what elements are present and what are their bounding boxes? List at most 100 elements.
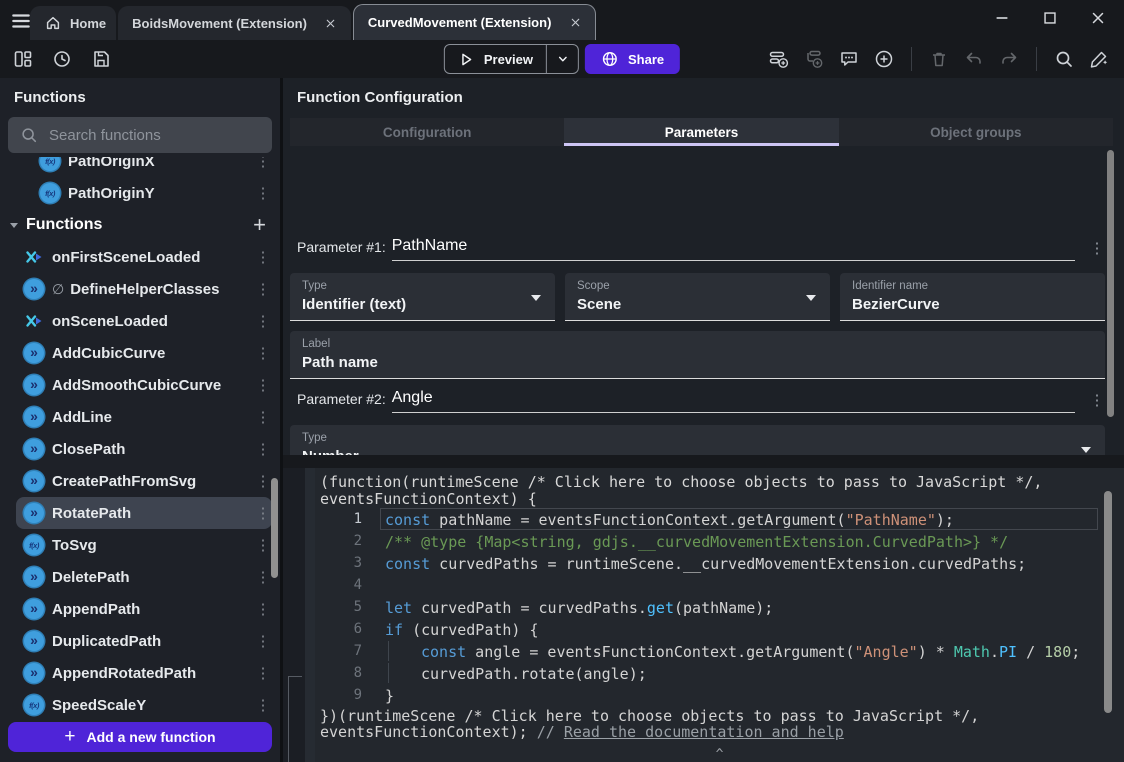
search-icon[interactable] [1053,48,1075,70]
sidebar-item-addcubiccurve[interactable]: »AddCubicCurve⋮ [0,337,280,369]
select-type[interactable]: TypeIdentifier (text) [290,273,555,321]
item-menu-icon[interactable]: ⋮ [254,184,272,202]
sidebar-item-addsmoothcubiccurve[interactable]: »AddSmoothCubicCurve⋮ [0,369,280,401]
code-line-9[interactable]: 9} [315,684,1124,706]
parameter-menu-icon[interactable]: ⋮ [1089,391,1105,413]
item-menu-icon[interactable]: ⋮ [254,664,272,682]
code-line-7[interactable]: 7const angle = eventsFunctionContext.get… [315,640,1124,662]
add-comment-icon[interactable] [838,48,860,70]
item-menu-icon[interactable]: ⋮ [254,472,272,490]
sidebar-item-appendrotatedpath[interactable]: »AppendRotatedPath⋮ [0,657,280,689]
wrapper-line: (function(runtimeScene /* Click here to … [320,474,1114,491]
search-functions-box[interactable] [8,117,272,153]
field-label[interactable]: LabelPath name [290,331,1105,379]
code-line-4[interactable]: 4 [315,574,1124,596]
play-icon [458,51,475,68]
code-line-2[interactable]: 2/** @type {Map<string, gdjs.__curvedMov… [315,530,1124,552]
field-identifier-name[interactable]: Identifier nameBezierCurve [840,273,1105,321]
item-menu-icon[interactable]: ⋮ [254,408,272,426]
tab-object-groups[interactable]: Object groups [839,118,1113,146]
item-menu-icon[interactable]: ⋮ [254,280,272,298]
toolbar-divider [1036,47,1037,71]
item-menu-icon[interactable]: ⋮ [254,600,272,618]
javascript-code-editor[interactable]: (function(runtimeScene /* Click here to … [315,468,1124,762]
lifecycle-icon [24,311,44,331]
window-tab-home[interactable]: Home [30,6,116,40]
sidebar-item-onfirstsceneloaded[interactable]: onFirstSceneLoaded⋮ [0,241,280,273]
code-line-6[interactable]: 6if (curvedPath) { [315,618,1124,640]
share-button[interactable]: Share [585,44,680,74]
collapse-triangle-icon[interactable] [10,223,18,228]
wrapper-line: })(runtimeScene /* Click here to choose … [320,708,1114,724]
item-menu-icon[interactable]: ⋮ [254,696,272,714]
add-circle-icon[interactable] [873,48,895,70]
minimize-icon[interactable] [992,8,1012,28]
editor-scrollbar[interactable] [1104,491,1112,713]
save-icon[interactable] [90,48,112,70]
sidebar-item-definehelperclasses[interactable]: »∅DefineHelperClasses⋮ [0,273,280,305]
sidebar-scrollbar[interactable] [271,478,278,578]
parameters-scrollbar[interactable] [1107,150,1114,417]
history-icon[interactable] [51,48,73,70]
sidebar-item-createpathfromsvg[interactable]: »CreatePathFromSvg⋮ [0,465,280,497]
select-scope[interactable]: ScopeScene [565,273,830,321]
sidebar-item-tosvg[interactable]: f(x)ToSvg⋮ [0,529,280,561]
window-tab-boidsmovement-extension[interactable]: BoidsMovement (Extension) [118,6,351,40]
preview-button[interactable]: Preview [444,44,579,74]
close-icon[interactable] [1088,8,1108,28]
code-wrapper-header[interactable]: (function(runtimeScene /* Click here to … [315,468,1124,507]
close-tab-icon[interactable] [565,13,585,33]
item-menu-icon[interactable]: ⋮ [254,157,272,170]
item-menu-icon[interactable]: ⋮ [254,248,272,266]
sidebar-item-closepath[interactable]: »ClosePath⋮ [0,433,280,465]
sidebar-item-deletepath[interactable]: »DeletePath⋮ [0,561,280,593]
window-controls [992,8,1108,28]
add-event-icon[interactable] [768,48,790,70]
close-tab-icon[interactable] [321,13,341,33]
parameter-menu-icon[interactable]: ⋮ [1089,239,1105,261]
item-menu-icon[interactable]: ⋮ [254,536,272,554]
sidebar-item-appendpath[interactable]: »AppendPath⋮ [0,593,280,625]
sidebar-item-rotatepath[interactable]: »RotatePath⋮ [16,497,272,529]
panels-icon[interactable] [12,48,34,70]
collapse-caret-icon[interactable]: ^ [716,747,724,762]
item-menu-icon[interactable]: ⋮ [254,632,272,650]
sidebar-item-addline[interactable]: »AddLine⋮ [0,401,280,433]
pen-sparkle-icon[interactable] [1088,48,1110,70]
sidebar-title: Functions [0,78,280,115]
item-menu-icon[interactable]: ⋮ [254,440,272,458]
maximize-icon[interactable] [1040,8,1060,28]
sidebar-item-pathoriginy[interactable]: f(x)PathOriginY⋮ [0,177,280,209]
sidebar-item-duplicatedpath[interactable]: »DuplicatedPath⋮ [0,625,280,657]
code-line-5[interactable]: 5let curvedPath = curvedPaths.get(pathNa… [315,596,1124,618]
function-gear-icon: f(x) [40,157,60,171]
tab-parameters[interactable]: Parameters [564,118,838,146]
functions-group-header[interactable]: Functions+ [0,209,280,241]
sidebar-item-pathoriginx[interactable]: f(x)PathOriginX⋮ [0,157,280,177]
item-menu-icon[interactable]: ⋮ [254,376,272,394]
parameter-name-input[interactable]: Angle [392,389,1075,413]
item-menu-icon[interactable]: ⋮ [254,504,272,522]
code-line-8[interactable]: 8curvedPath.rotate(angle); [315,662,1124,684]
add-new-function-button[interactable]: + Add a new function [8,722,272,752]
preview-button-main[interactable]: Preview [445,51,546,68]
tab-configuration[interactable]: Configuration [290,118,564,146]
code-line-3[interactable]: 3const curvedPaths = runtimeScene.__curv… [315,552,1124,574]
item-menu-icon[interactable]: ⋮ [254,312,272,330]
code-line-1[interactable]: 1const pathName = eventsFunctionContext.… [315,508,1124,530]
preview-dropdown-button[interactable] [546,45,578,73]
function-gear-icon: f(x) [24,535,44,555]
sidebar-item-onsceneloaded[interactable]: onSceneLoaded⋮ [0,305,280,337]
add-function-plus-icon[interactable]: + [253,215,266,235]
item-menu-icon[interactable]: ⋮ [254,344,272,362]
sidebar-item-speedscaley[interactable]: f(x)SpeedScaleY⋮ [0,689,280,719]
search-functions-input[interactable] [49,127,260,144]
parameter-name-input[interactable]: PathName [392,237,1075,261]
wrapper-line: eventsFunctionContext) { [320,491,1114,508]
menu-icon[interactable] [10,10,32,32]
field-value: Path name [302,354,1093,371]
documentation-link[interactable]: Read the documentation and help [564,723,844,741]
window-tab-curvedmovement-extension[interactable]: CurvedMovement (Extension) [353,4,596,40]
item-menu-icon[interactable]: ⋮ [254,568,272,586]
indent-guide [388,641,421,661]
